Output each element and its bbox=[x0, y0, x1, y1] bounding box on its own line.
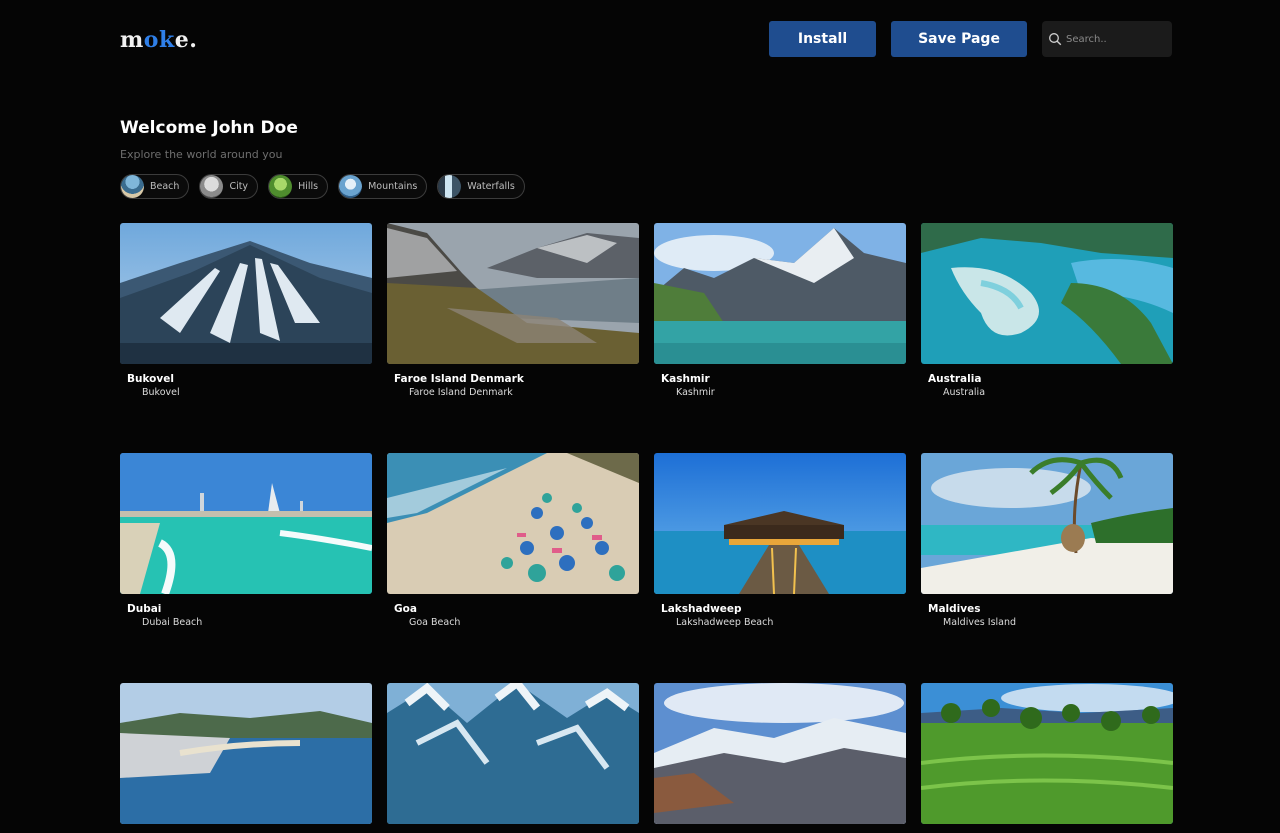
maldives-image bbox=[921, 453, 1173, 594]
category-chips: Beach City Hills Mountains Waterfalls bbox=[120, 174, 525, 199]
place-card[interactable] bbox=[921, 683, 1173, 833]
place-card[interactable]: Kashmir Kashmir bbox=[654, 223, 906, 398]
place-subtitle: Australia bbox=[943, 387, 986, 398]
logo-part-2: ok bbox=[143, 27, 175, 53]
place-card[interactable]: Lakshadweep Lakshadweep Beach bbox=[654, 453, 906, 628]
place-card[interactable]: Faroe Island Denmark Faroe Island Denmar… bbox=[387, 223, 639, 398]
chip-waterfalls[interactable]: Waterfalls bbox=[437, 174, 525, 199]
chip-label: Waterfalls bbox=[467, 181, 515, 192]
welcome-subtitle: Explore the world around you bbox=[120, 148, 283, 161]
dubai-image bbox=[120, 453, 372, 594]
logo-part-1: m bbox=[120, 27, 144, 53]
place-subtitle: Dubai Beach bbox=[142, 617, 203, 628]
search-icon bbox=[1049, 33, 1062, 46]
chip-mountains[interactable]: Mountains bbox=[338, 174, 428, 199]
chip-label: Mountains bbox=[368, 181, 418, 192]
place-subtitle: Lakshadweep Beach bbox=[676, 617, 774, 628]
places-grid: Bukovel Bukovel Faroe Island Denmark Far… bbox=[120, 223, 1173, 833]
chip-beach[interactable]: Beach bbox=[120, 174, 190, 199]
lakshadweep-image bbox=[654, 453, 906, 594]
waterfalls-thumb-icon bbox=[438, 175, 462, 198]
place-title: Maldives bbox=[928, 603, 981, 615]
search-box[interactable] bbox=[1042, 21, 1172, 57]
place-card[interactable]: Dubai Dubai Beach bbox=[120, 453, 372, 628]
chip-city[interactable]: City bbox=[199, 174, 259, 199]
place-subtitle: Kashmir bbox=[676, 387, 715, 398]
tea-garden-image bbox=[921, 683, 1173, 824]
chip-hills[interactable]: Hills bbox=[268, 174, 329, 199]
place-title: Kashmir bbox=[661, 373, 710, 385]
place-subtitle: Bukovel bbox=[142, 387, 180, 398]
place-card[interactable] bbox=[654, 683, 906, 833]
city-thumb-icon bbox=[200, 175, 224, 198]
place-card[interactable] bbox=[120, 683, 372, 833]
chip-label: Beach bbox=[150, 181, 180, 192]
beach-thumb-icon bbox=[121, 175, 144, 198]
place-title: Bukovel bbox=[127, 373, 174, 385]
snow-mountains-image bbox=[387, 683, 639, 824]
install-button[interactable]: Install bbox=[769, 21, 876, 57]
welcome-title: Welcome John Doe bbox=[120, 118, 298, 138]
australia-image bbox=[921, 223, 1173, 364]
place-card[interactable]: Australia Australia bbox=[921, 223, 1173, 398]
save-page-button[interactable]: Save Page bbox=[891, 21, 1027, 57]
place-card[interactable]: Goa Goa Beach bbox=[387, 453, 639, 628]
place-subtitle: Maldives Island bbox=[943, 617, 1017, 628]
ladakh-image bbox=[654, 683, 906, 824]
place-title: Dubai bbox=[127, 603, 162, 615]
place-subtitle: Faroe Island Denmark bbox=[409, 387, 513, 398]
place-title: Lakshadweep bbox=[661, 603, 742, 615]
coastal-town-image bbox=[120, 683, 372, 824]
goa-image bbox=[387, 453, 639, 594]
chip-label: City bbox=[229, 181, 249, 192]
bukovel-image bbox=[120, 223, 372, 364]
place-title: Goa bbox=[394, 603, 417, 615]
place-title: Australia bbox=[928, 373, 982, 385]
place-card[interactable]: Maldives Maldives Island bbox=[921, 453, 1173, 628]
place-subtitle: Goa Beach bbox=[409, 617, 461, 628]
logo-part-3: e. bbox=[174, 27, 198, 53]
faroe-image bbox=[387, 223, 639, 364]
chip-label: Hills bbox=[298, 181, 319, 192]
kashmir-image bbox=[654, 223, 906, 364]
mountains-thumb-icon bbox=[339, 175, 363, 198]
place-title: Faroe Island Denmark bbox=[394, 373, 524, 385]
logo[interactable]: moke. bbox=[120, 27, 197, 53]
hills-thumb-icon bbox=[269, 175, 293, 198]
place-card[interactable]: Bukovel Bukovel bbox=[120, 223, 372, 398]
place-card[interactable] bbox=[387, 683, 639, 833]
search-input[interactable] bbox=[1064, 32, 1168, 46]
